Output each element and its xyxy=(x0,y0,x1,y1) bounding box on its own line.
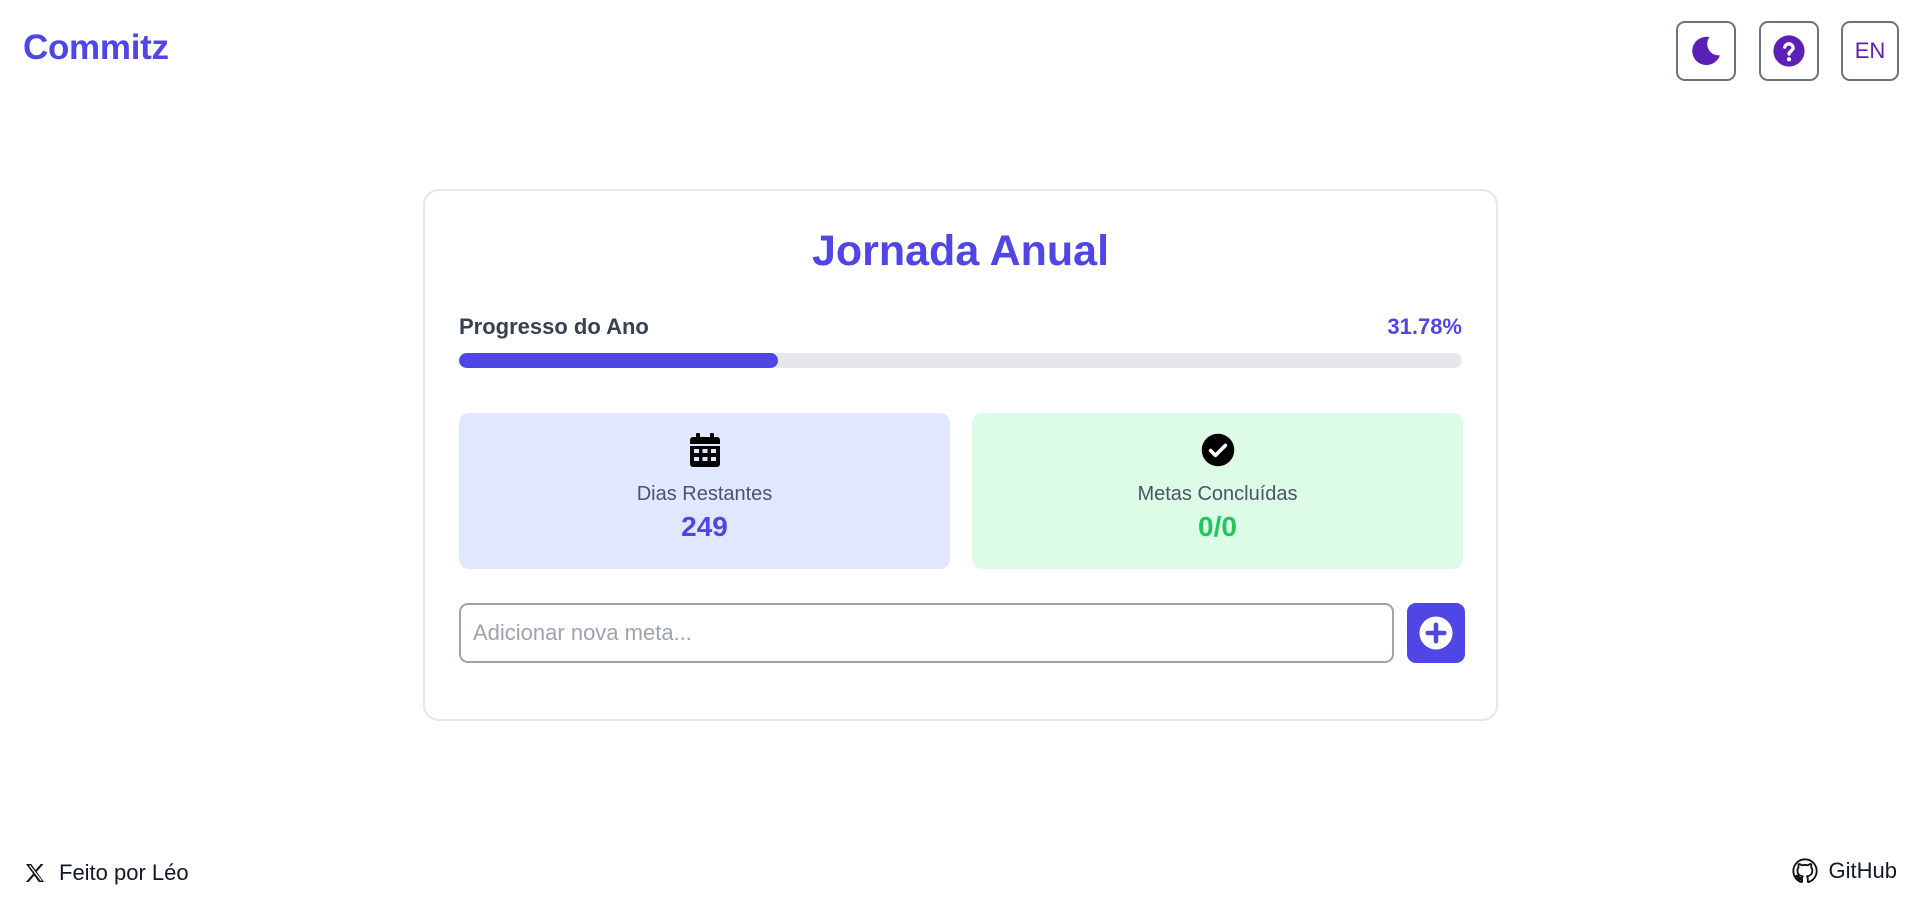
check-circle-icon xyxy=(1201,433,1234,467)
year-journey-card: Jornada Anual Progresso do Ano 31.78% Di… xyxy=(423,189,1498,721)
progress-label: Progresso do Ano xyxy=(459,314,649,339)
moon-icon xyxy=(1692,36,1720,66)
plus-circle-icon xyxy=(1419,616,1453,650)
help-button[interactable] xyxy=(1759,21,1819,81)
goals-completed-label: Metas Concluídas xyxy=(1137,483,1298,505)
github-link-text: GitHub xyxy=(1828,858,1897,883)
github-link[interactable]: GitHub xyxy=(1791,857,1897,885)
progress-bar-fill xyxy=(459,353,778,368)
language-button[interactable]: EN xyxy=(1841,21,1899,81)
page-title: Jornada Anual xyxy=(811,227,1110,275)
days-remaining-card: Dias Restantes 249 xyxy=(459,413,950,569)
theme-toggle-button[interactable] xyxy=(1676,21,1736,81)
progress-percent: 31.78% xyxy=(1387,314,1462,339)
author-link[interactable]: Feito por Léo xyxy=(23,860,189,886)
question-circle-icon xyxy=(1773,35,1805,67)
days-remaining-value: 249 xyxy=(681,511,728,542)
calendar-icon xyxy=(689,433,720,467)
app-logo[interactable]: Commitz xyxy=(23,28,169,68)
progress-bar-track xyxy=(459,353,1462,368)
days-remaining-label: Dias Restantes xyxy=(636,483,773,505)
goals-completed-value: 0/0 xyxy=(1198,511,1237,542)
app-page: Commitz EN Jornada Anual Progresso do An… xyxy=(0,0,1919,921)
add-goal-button[interactable] xyxy=(1407,603,1465,663)
author-credit-text: Feito por Léo xyxy=(59,860,189,885)
goals-completed-card: Metas Concluídas 0/0 xyxy=(972,413,1463,569)
x-logo-icon xyxy=(25,864,44,882)
github-icon xyxy=(1791,858,1818,884)
new-goal-input[interactable] xyxy=(459,603,1394,663)
